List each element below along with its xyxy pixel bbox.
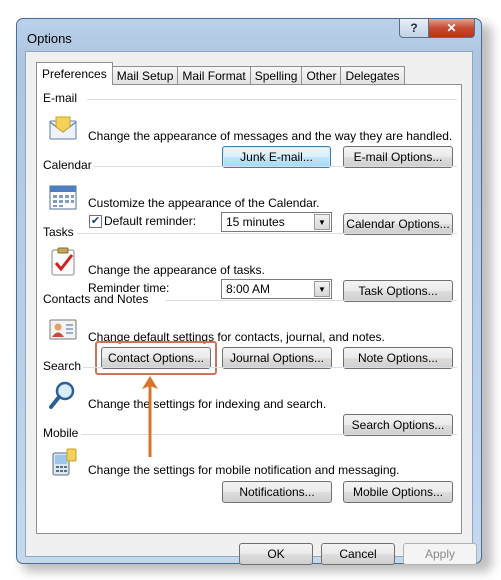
note-options-button[interactable]: Note Options... xyxy=(343,347,453,369)
default-reminder-select[interactable]: 15 minutes ▼ xyxy=(221,212,332,232)
default-reminder-label: Default reminder: xyxy=(104,214,197,228)
tab-mail-format[interactable]: Mail Format xyxy=(177,66,251,85)
dialog-client: Preferences Mail Setup Mail Format Spell… xyxy=(25,51,477,565)
search-description: Change the settings for indexing and sea… xyxy=(88,397,327,411)
options-dialog: Options ? ✕ Preferences Mail Setup Mail … xyxy=(16,18,482,565)
calendar-description: Customize the appearance of the Calendar… xyxy=(88,196,320,210)
reminder-time-value: 8:00 AM xyxy=(226,282,271,296)
highlight-box xyxy=(95,341,217,375)
chevron-down-icon[interactable]: ▼ xyxy=(314,214,330,230)
caption-buttons: ? ✕ xyxy=(399,19,475,39)
tasks-section-label: Tasks xyxy=(43,225,74,239)
calendar-icon xyxy=(49,185,77,210)
tab-spelling[interactable]: Spelling xyxy=(249,66,303,85)
envelope-icon xyxy=(49,116,77,140)
ok-button[interactable]: OK xyxy=(239,543,313,565)
junk-email-button[interactable]: Junk E-mail... xyxy=(222,146,331,168)
close-button[interactable]: ✕ xyxy=(429,19,475,38)
annotation-arrow xyxy=(142,376,158,457)
mobile-options-button[interactable]: Mobile Options... xyxy=(343,481,453,503)
tab-other[interactable]: Other xyxy=(301,66,342,85)
tab-preferences[interactable]: Preferences xyxy=(36,62,113,85)
mobile-description: Change the settings for mobile notificat… xyxy=(88,463,400,477)
tasks-description: Change the appearance of tasks. xyxy=(88,263,265,277)
journal-options-button[interactable]: Journal Options... xyxy=(222,347,332,369)
window-title: Options xyxy=(27,31,72,46)
chevron-down-icon[interactable]: ▼ xyxy=(314,281,330,297)
magnifier-icon xyxy=(49,381,75,409)
tasks-divider xyxy=(77,233,457,234)
default-reminder-value: 15 minutes xyxy=(226,215,285,229)
apply-button[interactable]: Apply xyxy=(403,543,477,565)
preferences-panel: E-mail Change the appearance of messages… xyxy=(36,84,462,534)
mobile-divider xyxy=(81,434,457,435)
calendar-options-button[interactable]: Calendar Options... xyxy=(343,213,453,235)
notifications-button[interactable]: Notifications... xyxy=(222,481,332,503)
mobile-section-label: Mobile xyxy=(43,426,79,440)
cancel-button[interactable]: Cancel xyxy=(321,543,395,565)
search-divider xyxy=(83,367,457,368)
contacts-divider xyxy=(165,300,457,301)
email-section-label: E-mail xyxy=(43,91,78,105)
task-options-button[interactable]: Task Options... xyxy=(343,280,453,302)
contact-card-icon xyxy=(49,319,77,340)
reminder-time-select[interactable]: 8:00 AM ▼ xyxy=(221,279,332,299)
email-options-button[interactable]: E-mail Options... xyxy=(343,146,453,168)
tab-mail-setup[interactable]: Mail Setup xyxy=(111,66,179,85)
email-description: Change the appearance of messages and th… xyxy=(88,129,453,143)
calendar-divider xyxy=(93,166,457,167)
task-clipboard-icon xyxy=(51,247,75,276)
tab-strip: Preferences Mail Setup Mail Format Spell… xyxy=(36,62,405,85)
email-divider xyxy=(87,99,457,100)
calendar-section-label: Calendar xyxy=(43,158,92,172)
search-options-button[interactable]: Search Options... xyxy=(343,414,453,436)
search-section-label: Search xyxy=(43,359,82,373)
mobile-phone-icon xyxy=(52,448,77,476)
tab-delegates[interactable]: Delegates xyxy=(340,66,405,85)
contacts-section-label: Contacts and Notes xyxy=(43,292,149,306)
help-button[interactable]: ? xyxy=(399,19,429,38)
default-reminder-checkbox[interactable]: ✔ xyxy=(89,215,102,228)
